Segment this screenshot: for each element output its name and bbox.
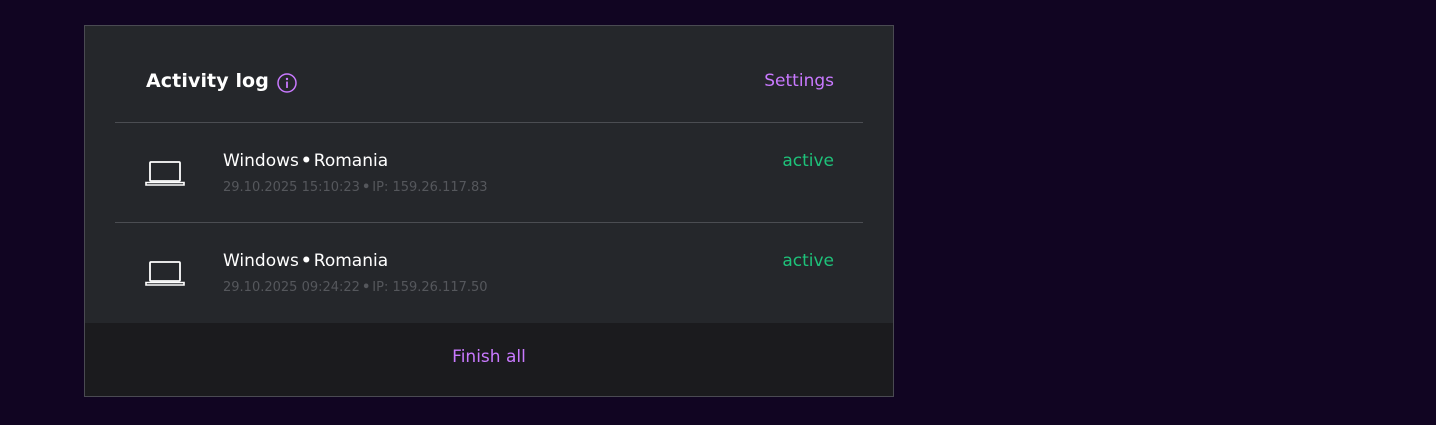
finish-all-button[interactable]: Finish all — [85, 347, 893, 367]
activity-log-footer: Finish all — [85, 323, 893, 396]
session-details: 29.10.2025 09:24:22 • IP: 159.26.117.50 — [223, 280, 488, 295]
session-country: Romania — [313, 151, 389, 171]
activity-log-header: Activity log Settings — [85, 26, 893, 122]
session-device-location: Windows • Romania — [223, 251, 388, 271]
session-row: Windows • Romania 29.10.2025 09:24:22 • IP: … — [85, 223, 893, 323]
session-country: Romania — [313, 251, 389, 271]
info-icon[interactable] — [277, 73, 297, 93]
laptop-icon — [145, 161, 185, 186]
activity-log-panel: Activity log Settings Windows • Romania 29… — [84, 25, 894, 397]
separator-dot: • — [361, 180, 371, 195]
separator-dot: • — [361, 280, 371, 295]
settings-link[interactable]: Settings — [764, 71, 834, 91]
activity-log-title: Activity log — [146, 70, 269, 92]
session-os: Windows — [223, 151, 299, 171]
session-details: 29.10.2025 15:10:23 • IP: 159.26.117.83 — [223, 180, 488, 195]
session-ip: IP: 159.26.117.50 — [372, 280, 488, 295]
session-datetime: 29.10.2025 09:24:22 — [223, 280, 360, 295]
session-os: Windows — [223, 251, 299, 271]
separator-dot: • — [300, 151, 312, 171]
session-row: Windows • Romania 29.10.2025 15:10:23 • IP: … — [85, 123, 893, 223]
session-ip: IP: 159.26.117.83 — [372, 180, 488, 195]
separator-dot: • — [300, 251, 312, 271]
session-device-location: Windows • Romania — [223, 151, 388, 171]
session-datetime: 29.10.2025 15:10:23 — [223, 180, 360, 195]
session-status: active — [782, 151, 834, 171]
laptop-icon — [145, 261, 185, 286]
session-status: active — [782, 251, 834, 271]
